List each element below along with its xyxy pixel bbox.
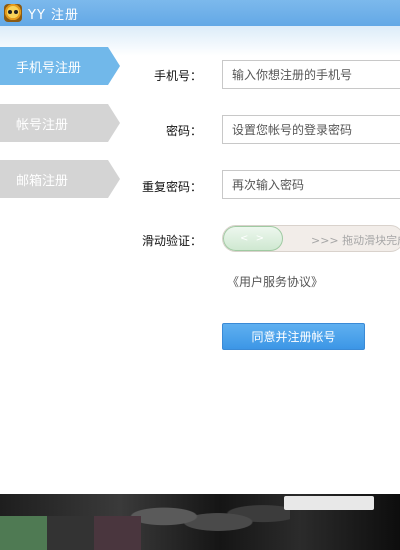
tab-email-register[interactable]: 邮箱注册 [0,160,120,198]
password-input[interactable] [222,115,400,144]
yy-logo-icon [4,4,22,22]
slider-hint: >>> 拖动滑块完成验证 [311,234,400,247]
user-agreement-link[interactable]: 《用户服务协议》 [227,273,323,290]
title-bar: YY 注册 [0,0,400,26]
promo-photo [0,494,400,550]
window-title: YY 注册 [28,7,80,23]
tab-account-register[interactable]: 帐号注册 [0,104,120,142]
agree-and-register-button[interactable]: 同意并注册帐号 [222,323,365,350]
slider-verify-track[interactable]: < > >>> 拖动滑块完成验证 [222,225,400,252]
tab-phone-register-label: 手机号注册 [16,60,82,76]
tab-account-register-label: 帐号注册 [16,117,69,133]
photo-swatch-dark [47,516,94,550]
tab-email-register-label: 邮箱注册 [16,173,69,189]
photo-swatch-green [0,516,47,550]
slider-arrows-icon: < > [240,233,266,244]
confirm-password-input[interactable] [222,170,400,199]
photo-card [284,496,374,510]
slider-verify-label: 滑动验证： [141,234,202,248]
photo-swatch-mauve [94,516,141,550]
password-label: 密码： [165,124,202,138]
confirm-password-label: 重复密码： [141,180,202,194]
photo-color-strip [0,516,141,550]
tab-phone-register[interactable]: 手机号注册 [0,47,120,85]
phone-label: 手机号： [153,69,202,83]
phone-input[interactable] [222,60,400,89]
slider-verify-handle[interactable]: < > [223,226,283,251]
